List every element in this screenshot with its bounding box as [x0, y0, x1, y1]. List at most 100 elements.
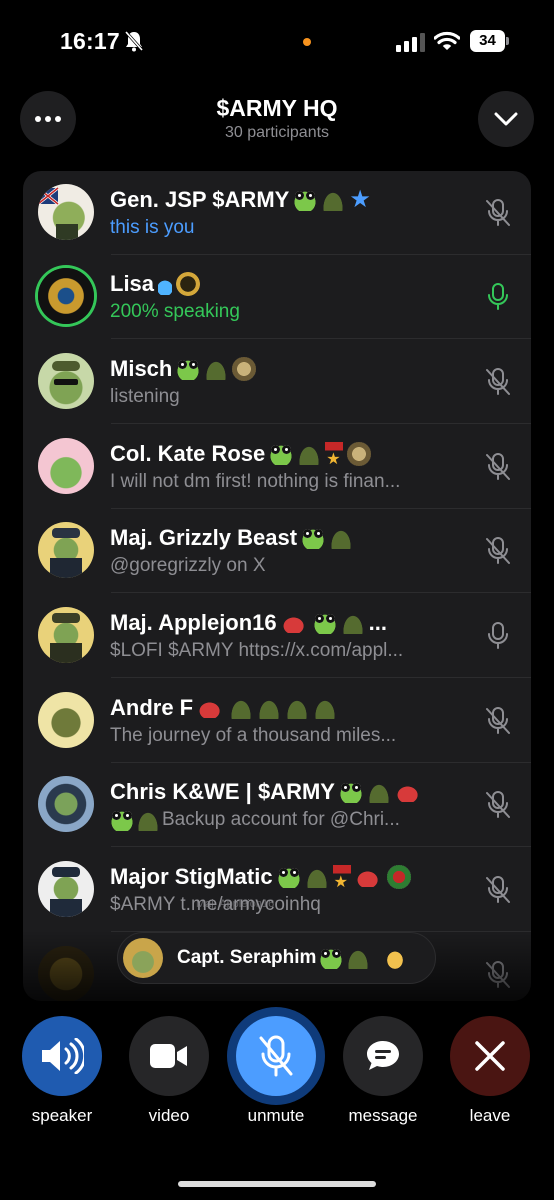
helmet-emoji — [285, 697, 310, 719]
avatar — [38, 776, 94, 832]
leave-button[interactable] — [450, 1016, 530, 1096]
leave-control[interactable]: leave — [450, 1016, 530, 1126]
avatar — [123, 938, 163, 978]
participant-status: @goregrizzly on X — [110, 555, 266, 576]
participant-name: Andre F — [110, 695, 194, 720]
participant-name-line: Maj. Applejon16 ... — [110, 608, 470, 638]
avatar — [38, 268, 94, 324]
participant-status: Backup account for @Chri... — [162, 809, 400, 830]
avatar — [38, 692, 94, 748]
frog-emoji — [110, 809, 134, 831]
participant-row[interactable]: Misch listening — [23, 340, 531, 424]
cellular-signal-icon — [396, 33, 425, 52]
participant-count: 30 participants — [224, 124, 330, 141]
frog-emoji — [338, 781, 363, 803]
frog-emoji — [301, 527, 326, 549]
status-bar: 16:17 34 — [0, 0, 554, 84]
participant-list[interactable]: Gen. JSP $ARMY ★ this is you Lisa 200% s… — [23, 171, 531, 1001]
helmet-emoji — [329, 527, 354, 549]
helmet-emoji — [297, 443, 322, 465]
speaker-label: speaker — [31, 1106, 93, 1125]
avatar — [38, 861, 94, 917]
chevron-down-icon — [494, 112, 518, 126]
participant-status-line: Backup account for @Chri... — [110, 809, 450, 831]
participant-row[interactable]: Gen. JSP $ARMY ★ this is you — [23, 171, 531, 255]
mic-muted-icon[interactable] — [483, 536, 513, 566]
speaking-name-line: Capt. Seraphim — [177, 947, 408, 969]
mic-muted-icon[interactable] — [483, 790, 513, 820]
medal-emoji — [332, 865, 351, 892]
participant-status: $LOFI $ARMY https://x.com/appl... — [110, 640, 404, 661]
bell-off-icon — [124, 31, 144, 52]
participant-status: listening — [110, 386, 180, 407]
unmute-control[interactable]: unmute — [236, 1016, 316, 1126]
mic-muted-icon[interactable] — [483, 198, 513, 228]
frog-emoji — [176, 358, 201, 380]
home-indicator[interactable] — [178, 1181, 376, 1187]
mic-muted-icon[interactable] — [483, 960, 513, 990]
mic-muted-icon — [259, 1035, 293, 1077]
avatar — [38, 946, 94, 1001]
speaker-name: Capt. Seraphim — [177, 947, 317, 968]
frog-emoji — [269, 443, 294, 465]
speaking-indicator[interactable]: Capt. Seraphim — [117, 932, 436, 984]
ghost-text: Maj. Applejon16 — [196, 898, 275, 910]
participant-row[interactable]: Maj. Grizzly Beast @goregrizzly on X — [23, 509, 531, 593]
chat-title: $ARMY HQ — [216, 95, 338, 121]
mic-active-icon[interactable] — [483, 282, 513, 312]
participant-name: Major StigMatic — [110, 864, 273, 889]
participant-name: Chris K&WE | $ARMY — [110, 779, 335, 804]
mic-icon[interactable] — [483, 621, 513, 651]
speaker-icon — [42, 1038, 84, 1074]
helicopter-emoji — [197, 698, 226, 718]
unmute-button[interactable] — [236, 1016, 316, 1096]
helmet-emoji — [366, 781, 391, 803]
video-camera-icon — [150, 1044, 187, 1068]
video-control[interactable]: video — [129, 1016, 209, 1126]
helmet-emoji — [321, 189, 346, 211]
participant-row[interactable]: Lisa 200% speaking — [23, 255, 531, 339]
name-truncation: ... — [368, 610, 387, 635]
participant-name: Gen. JSP $ARMY — [110, 187, 290, 212]
gold-badge-emoji — [176, 272, 201, 296]
participant-name: Col. Kate Rose — [110, 441, 266, 466]
mic-muted-icon[interactable] — [483, 706, 513, 736]
badge-emoji — [347, 442, 372, 466]
participant-name-line: Lisa — [110, 269, 470, 299]
unmute-label: unmute — [247, 1106, 305, 1125]
avatar — [38, 438, 94, 494]
participant-row[interactable]: Andre F The journey of a thousand miles.… — [23, 679, 531, 763]
avatar — [38, 184, 94, 240]
helicopter-emoji — [280, 613, 309, 633]
participant-name-line: Col. Kate Rose — [110, 439, 470, 469]
message-button[interactable] — [343, 1016, 423, 1096]
avatar — [38, 607, 94, 663]
star-icon: ★ — [349, 186, 371, 213]
avatar — [38, 353, 94, 409]
speaker-control[interactable]: speaker — [22, 1016, 102, 1126]
mic-muted-icon[interactable] — [483, 875, 513, 905]
droplet-emoji — [158, 273, 173, 295]
participant-name-line: Gen. JSP $ARMY ★ — [110, 185, 470, 215]
frog-emoji — [319, 947, 344, 969]
participant-name-line: Chris K&WE | $ARMY — [110, 777, 470, 807]
participant-row[interactable]: Maj. Applejon16 ... $LOFI $ARMY https://… — [23, 594, 531, 678]
participant-row[interactable]: Col. Kate Rose I will not dm first! noth… — [23, 425, 531, 509]
speaker-button[interactable] — [22, 1016, 102, 1096]
avatar — [38, 522, 94, 578]
participant-name-line: Andre F — [110, 693, 470, 723]
badge-emoji — [386, 865, 411, 889]
helmet-emoji — [313, 697, 338, 719]
message-bubble-icon — [367, 1041, 399, 1070]
participant-row[interactable]: Chris K&WE | $ARMY Backup account for @C… — [23, 763, 531, 847]
helicopter-emoji — [394, 782, 423, 802]
mic-muted-icon[interactable] — [483, 367, 513, 397]
participant-row[interactable]: Major StigMatic $ARMY t.me/armycoinhq — [23, 848, 531, 932]
mic-muted-icon[interactable] — [483, 452, 513, 482]
participant-name-line: Maj. Grizzly Beast — [110, 523, 470, 553]
frog-emoji — [276, 866, 301, 888]
video-button[interactable] — [129, 1016, 209, 1096]
message-control[interactable]: message — [343, 1016, 423, 1126]
participant-name: Lisa — [110, 271, 155, 296]
collapse-button[interactable] — [478, 91, 534, 147]
